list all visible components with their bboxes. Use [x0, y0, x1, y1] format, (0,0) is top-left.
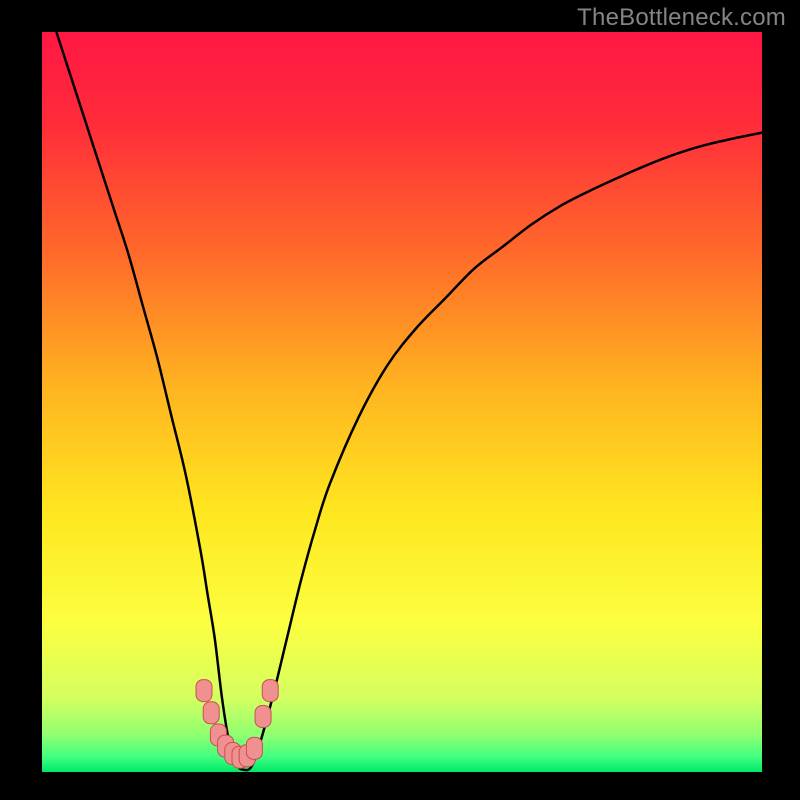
plot-background: [42, 32, 762, 772]
highlight-marker: [262, 680, 278, 702]
highlight-marker: [203, 702, 219, 724]
chart-frame: TheBottleneck.com: [0, 0, 800, 800]
highlight-marker: [196, 680, 212, 702]
highlight-marker: [246, 737, 262, 759]
bottleneck-chart: [0, 0, 800, 800]
watermark-label: TheBottleneck.com: [577, 4, 786, 32]
highlight-marker: [255, 706, 271, 728]
